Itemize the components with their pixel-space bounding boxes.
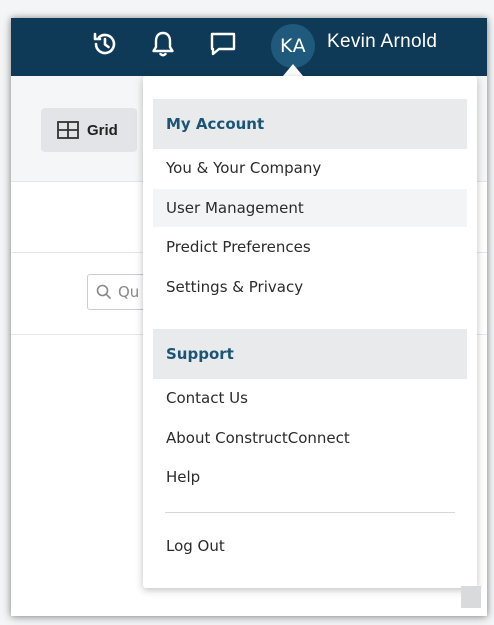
menu-caret bbox=[283, 64, 303, 76]
search-icon bbox=[96, 284, 112, 300]
section-header-my-account: My Account bbox=[153, 99, 467, 149]
menu-item-contact-us[interactable]: Contact Us bbox=[153, 379, 467, 417]
menu-item-settings-and-privacy[interactable]: Settings & Privacy bbox=[153, 268, 467, 306]
menu-item-you-and-your-company[interactable]: You & Your Company bbox=[153, 149, 467, 187]
bell-icon[interactable] bbox=[147, 28, 179, 60]
section-header-support: Support bbox=[153, 329, 467, 379]
scroll-corner bbox=[461, 586, 481, 608]
app-window: KA Kevin Arnold Grid Qu My Account You &… bbox=[11, 18, 487, 616]
menu-item-help[interactable]: Help bbox=[153, 458, 467, 496]
history-icon[interactable] bbox=[89, 28, 121, 60]
menu-separator bbox=[165, 512, 455, 513]
user-name[interactable]: Kevin Arnold bbox=[327, 31, 437, 53]
user-avatar[interactable]: KA bbox=[271, 24, 315, 68]
grid-view-button[interactable]: Grid bbox=[41, 108, 137, 152]
search-placeholder: Qu bbox=[118, 283, 140, 301]
account-dropdown-menu: My Account You & Your Company User Manag… bbox=[143, 76, 477, 588]
avatar-initials: KA bbox=[279, 35, 307, 57]
screenshot-frame: KA Kevin Arnold Grid Qu My Account You &… bbox=[0, 0, 494, 625]
menu-item-predict-preferences[interactable]: Predict Preferences bbox=[153, 228, 467, 266]
menu-item-log-out[interactable]: Log Out bbox=[153, 527, 467, 565]
grid-label: Grid bbox=[87, 121, 118, 139]
chat-icon[interactable] bbox=[207, 28, 239, 60]
top-nav-bar: KA Kevin Arnold bbox=[11, 18, 487, 76]
menu-item-about-constructconnect[interactable]: About ConstructConnect bbox=[153, 419, 467, 457]
menu-item-user-management[interactable]: User Management bbox=[153, 189, 467, 227]
grid-icon bbox=[57, 121, 79, 139]
